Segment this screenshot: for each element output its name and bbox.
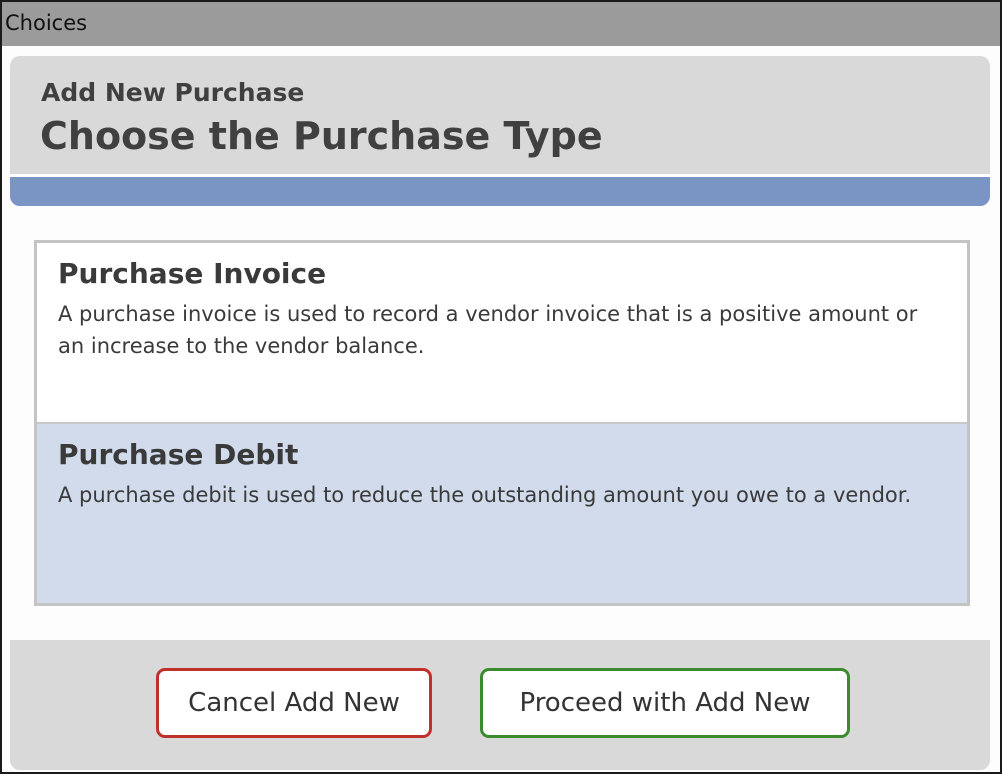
action-footer: Cancel Add New Proceed with Add New xyxy=(10,640,990,770)
window-titlebar[interactable]: Choices xyxy=(2,2,1000,46)
choice-title: Purchase Debit xyxy=(58,438,299,471)
purchase-type-list: Purchase Invoice A purchase invoice is u… xyxy=(34,240,970,606)
choice-description: A purchase debit is used to reduce the o… xyxy=(58,483,912,507)
choice-description: A purchase invoice is used to record a v… xyxy=(58,302,918,358)
choices-window: Choices Add New Purchase Choose the Purc… xyxy=(0,0,1002,774)
choice-title: Purchase Invoice xyxy=(58,257,327,290)
choice-purchase-invoice[interactable]: Purchase Invoice A purchase invoice is u… xyxy=(37,243,967,424)
page-subtitle: Add New Purchase xyxy=(41,78,305,107)
proceed-add-new-button[interactable]: Proceed with Add New xyxy=(480,668,850,738)
page-header: Add New Purchase Choose the Purchase Typ… xyxy=(10,56,990,206)
cancel-add-new-button[interactable]: Cancel Add New xyxy=(156,668,432,738)
header-accent-band xyxy=(10,177,990,206)
page-title: Choose the Purchase Type xyxy=(40,114,603,158)
choice-purchase-debit[interactable]: Purchase Debit A purchase debit is used … xyxy=(37,424,967,603)
window-title: Choices xyxy=(5,11,88,35)
